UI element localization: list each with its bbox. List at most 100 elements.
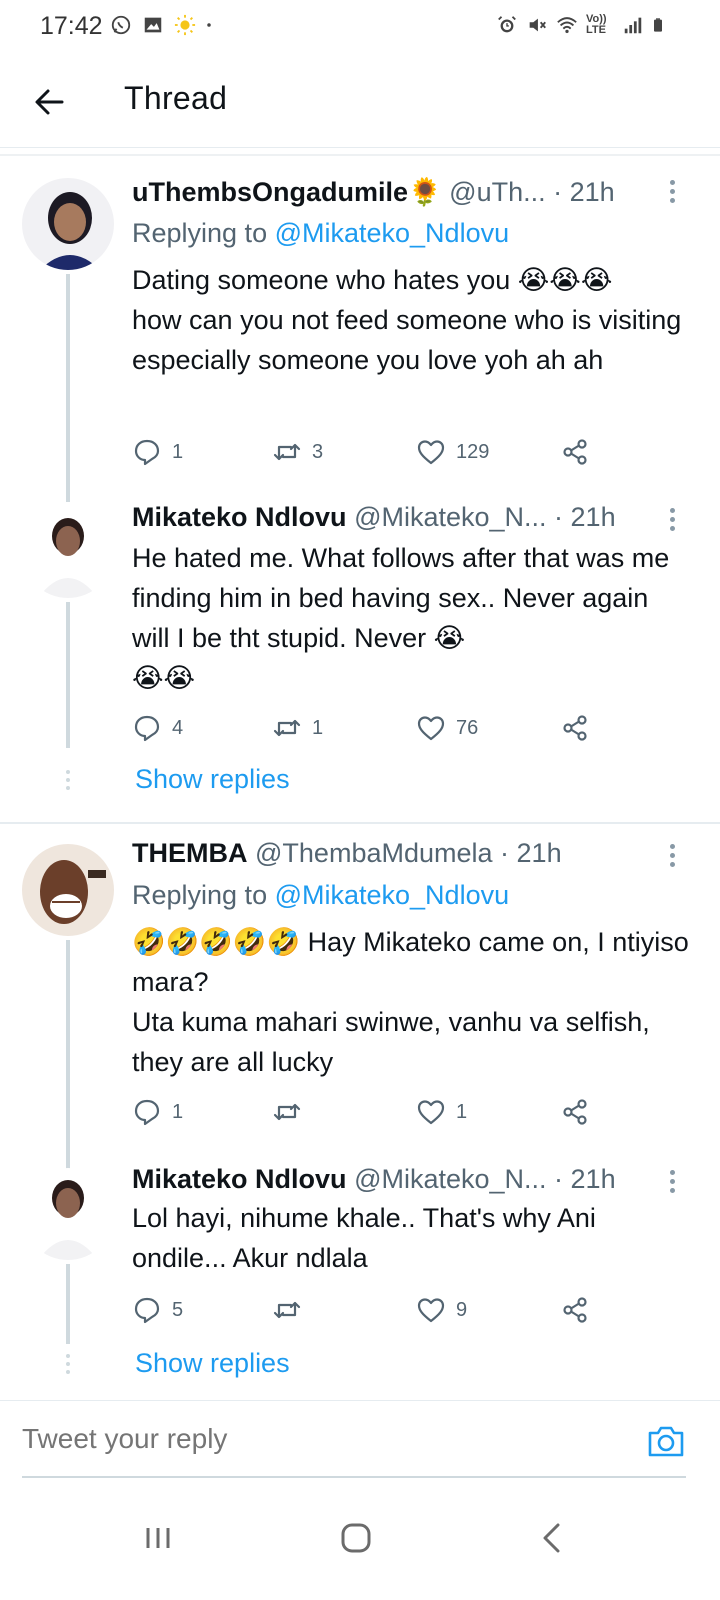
share-button[interactable] xyxy=(560,1092,590,1132)
show-replies-link[interactable]: Show replies xyxy=(135,764,290,795)
tweet-reply-input[interactable] xyxy=(22,1423,582,1455)
retweet-button[interactable] xyxy=(272,1092,312,1132)
reply-count: 1 xyxy=(172,1100,184,1123)
volte-icon: Vo)) LTE xyxy=(586,13,607,36)
like-button[interactable]: 9 xyxy=(416,1290,467,1330)
thread-line xyxy=(66,602,70,748)
mention-link[interactable]: @Mikateko_Ndlovu xyxy=(275,880,510,910)
heart-icon xyxy=(417,1100,445,1125)
reply-button[interactable]: 5 xyxy=(132,1290,183,1330)
tweet-header: THEMBA @ThembaMdumela · 21h xyxy=(132,838,680,874)
like-button[interactable]: 129 xyxy=(416,432,489,472)
avatar[interactable] xyxy=(22,178,114,270)
more-options-icon[interactable] xyxy=(668,1170,676,1194)
retweet-count: 1 xyxy=(312,716,324,739)
like-button[interactable]: 1 xyxy=(416,1092,467,1132)
heart-icon xyxy=(417,716,445,741)
dot-icon xyxy=(207,23,211,27)
replying-to: Replying to @Mikateko_Ndlovu xyxy=(132,880,509,911)
tweet-time: · 21h xyxy=(554,1164,616,1194)
tweet-actions: 4 1 76 xyxy=(132,708,602,748)
back-icon[interactable] xyxy=(532,1518,572,1558)
author-name[interactable]: uThembsOngadumile🌻 xyxy=(132,177,442,207)
thread-dots xyxy=(66,1354,70,1378)
tweet[interactable]: uThembsOngadumile🌻 @uTh... · 21h Replyin… xyxy=(0,156,720,502)
arrow-left-icon[interactable] xyxy=(28,80,72,124)
image-icon xyxy=(144,17,162,33)
retweet-button[interactable]: 1 xyxy=(272,708,323,748)
recents-icon[interactable] xyxy=(138,1518,178,1558)
replying-to-prefix: Replying to xyxy=(132,218,275,248)
avatar[interactable] xyxy=(22,506,114,598)
reply-button[interactable]: 1 xyxy=(132,432,183,472)
author-handle[interactable]: @Mikateko_N... xyxy=(354,502,546,532)
tweet-header: uThembsOngadumile🌻 @uTh... · 21h xyxy=(132,176,680,212)
retweet-button[interactable] xyxy=(272,1290,312,1330)
reply-icon xyxy=(134,715,160,742)
reply-icon xyxy=(134,1099,160,1126)
replying-to: Replying to @Mikateko_Ndlovu xyxy=(132,218,509,249)
reply-count: 5 xyxy=(172,1298,184,1321)
avatar[interactable] xyxy=(22,1168,114,1260)
tweet-actions: 1 3 129 xyxy=(132,432,602,472)
reply-icon xyxy=(134,1297,160,1324)
retweet-icon xyxy=(273,719,301,737)
retweet-icon xyxy=(273,1301,301,1319)
retweet-icon xyxy=(273,443,301,461)
share-button[interactable] xyxy=(560,1290,590,1330)
signal-icon xyxy=(624,17,642,34)
more-options-icon[interactable] xyxy=(668,508,676,532)
author-name[interactable]: Mikateko Ndlovu xyxy=(132,1164,347,1194)
tweet-text: 🤣🤣🤣🤣🤣 Hay Mikateko came on, I ntiyiso ma… xyxy=(132,927,689,1077)
replying-to-prefix: Replying to xyxy=(132,880,275,910)
tweet[interactable]: Mikateko Ndlovu @Mikateko_N... · 21h He … xyxy=(0,496,720,822)
more-options-icon[interactable] xyxy=(668,180,676,204)
retweet-count: 3 xyxy=(312,440,324,463)
like-count: 129 xyxy=(456,440,490,463)
author-handle[interactable]: @Mikateko_N... xyxy=(354,1164,546,1194)
wifi-icon xyxy=(557,17,577,34)
reply-button[interactable]: 4 xyxy=(132,708,183,748)
reply-count: 4 xyxy=(172,716,184,739)
app-header: Thread xyxy=(0,56,720,148)
tweet-text: He hated me. What follows after that was… xyxy=(132,543,670,693)
share-icon xyxy=(563,1297,587,1323)
show-replies-link[interactable]: Show replies xyxy=(135,1348,290,1379)
like-count: 1 xyxy=(456,1100,468,1123)
status-right-icons: Vo)) LTE xyxy=(496,14,668,36)
alarm-icon xyxy=(498,16,516,33)
retweet-button[interactable]: 3 xyxy=(272,432,323,472)
author-name[interactable]: THEMBA xyxy=(132,838,248,868)
home-icon[interactable] xyxy=(336,1518,376,1558)
retweet-icon xyxy=(273,1103,301,1121)
tweet-time: · 21h xyxy=(553,177,615,207)
camera-icon[interactable] xyxy=(646,1421,686,1461)
thread-line xyxy=(66,1264,70,1344)
share-icon xyxy=(563,715,587,741)
heart-icon xyxy=(417,440,445,465)
tweet-actions: 1 1 xyxy=(132,1092,602,1132)
share-button[interactable] xyxy=(560,432,590,472)
reply-underline xyxy=(22,1476,686,1478)
tweet[interactable]: THEMBA @ThembaMdumela · 21h Replying to … xyxy=(0,826,720,1170)
thread-dots xyxy=(66,770,70,794)
reply-composer xyxy=(0,1400,720,1480)
reply-count: 1 xyxy=(172,440,184,463)
author-name[interactable]: Mikateko Ndlovu xyxy=(132,502,347,532)
mention-link[interactable]: @Mikateko_Ndlovu xyxy=(275,218,510,248)
battery-icon xyxy=(654,18,662,32)
more-options-icon[interactable] xyxy=(668,844,676,868)
author-handle[interactable]: @uTh... xyxy=(449,177,545,207)
like-count: 9 xyxy=(456,1298,468,1321)
heart-icon xyxy=(417,1298,445,1323)
tweet[interactable]: Mikateko Ndlovu @Mikateko_N... · 21h Lol… xyxy=(0,1160,720,1396)
thread-line xyxy=(66,940,70,1170)
like-button[interactable]: 76 xyxy=(416,708,478,748)
author-handle[interactable]: @ThembaMdumela xyxy=(255,838,493,868)
reply-button[interactable]: 1 xyxy=(132,1092,183,1132)
tweet-header: Mikateko Ndlovu @Mikateko_N... · 21h xyxy=(132,502,680,538)
like-count: 76 xyxy=(456,716,479,739)
system-nav-bar xyxy=(0,1490,720,1600)
avatar[interactable] xyxy=(22,844,114,936)
share-button[interactable] xyxy=(560,708,590,748)
